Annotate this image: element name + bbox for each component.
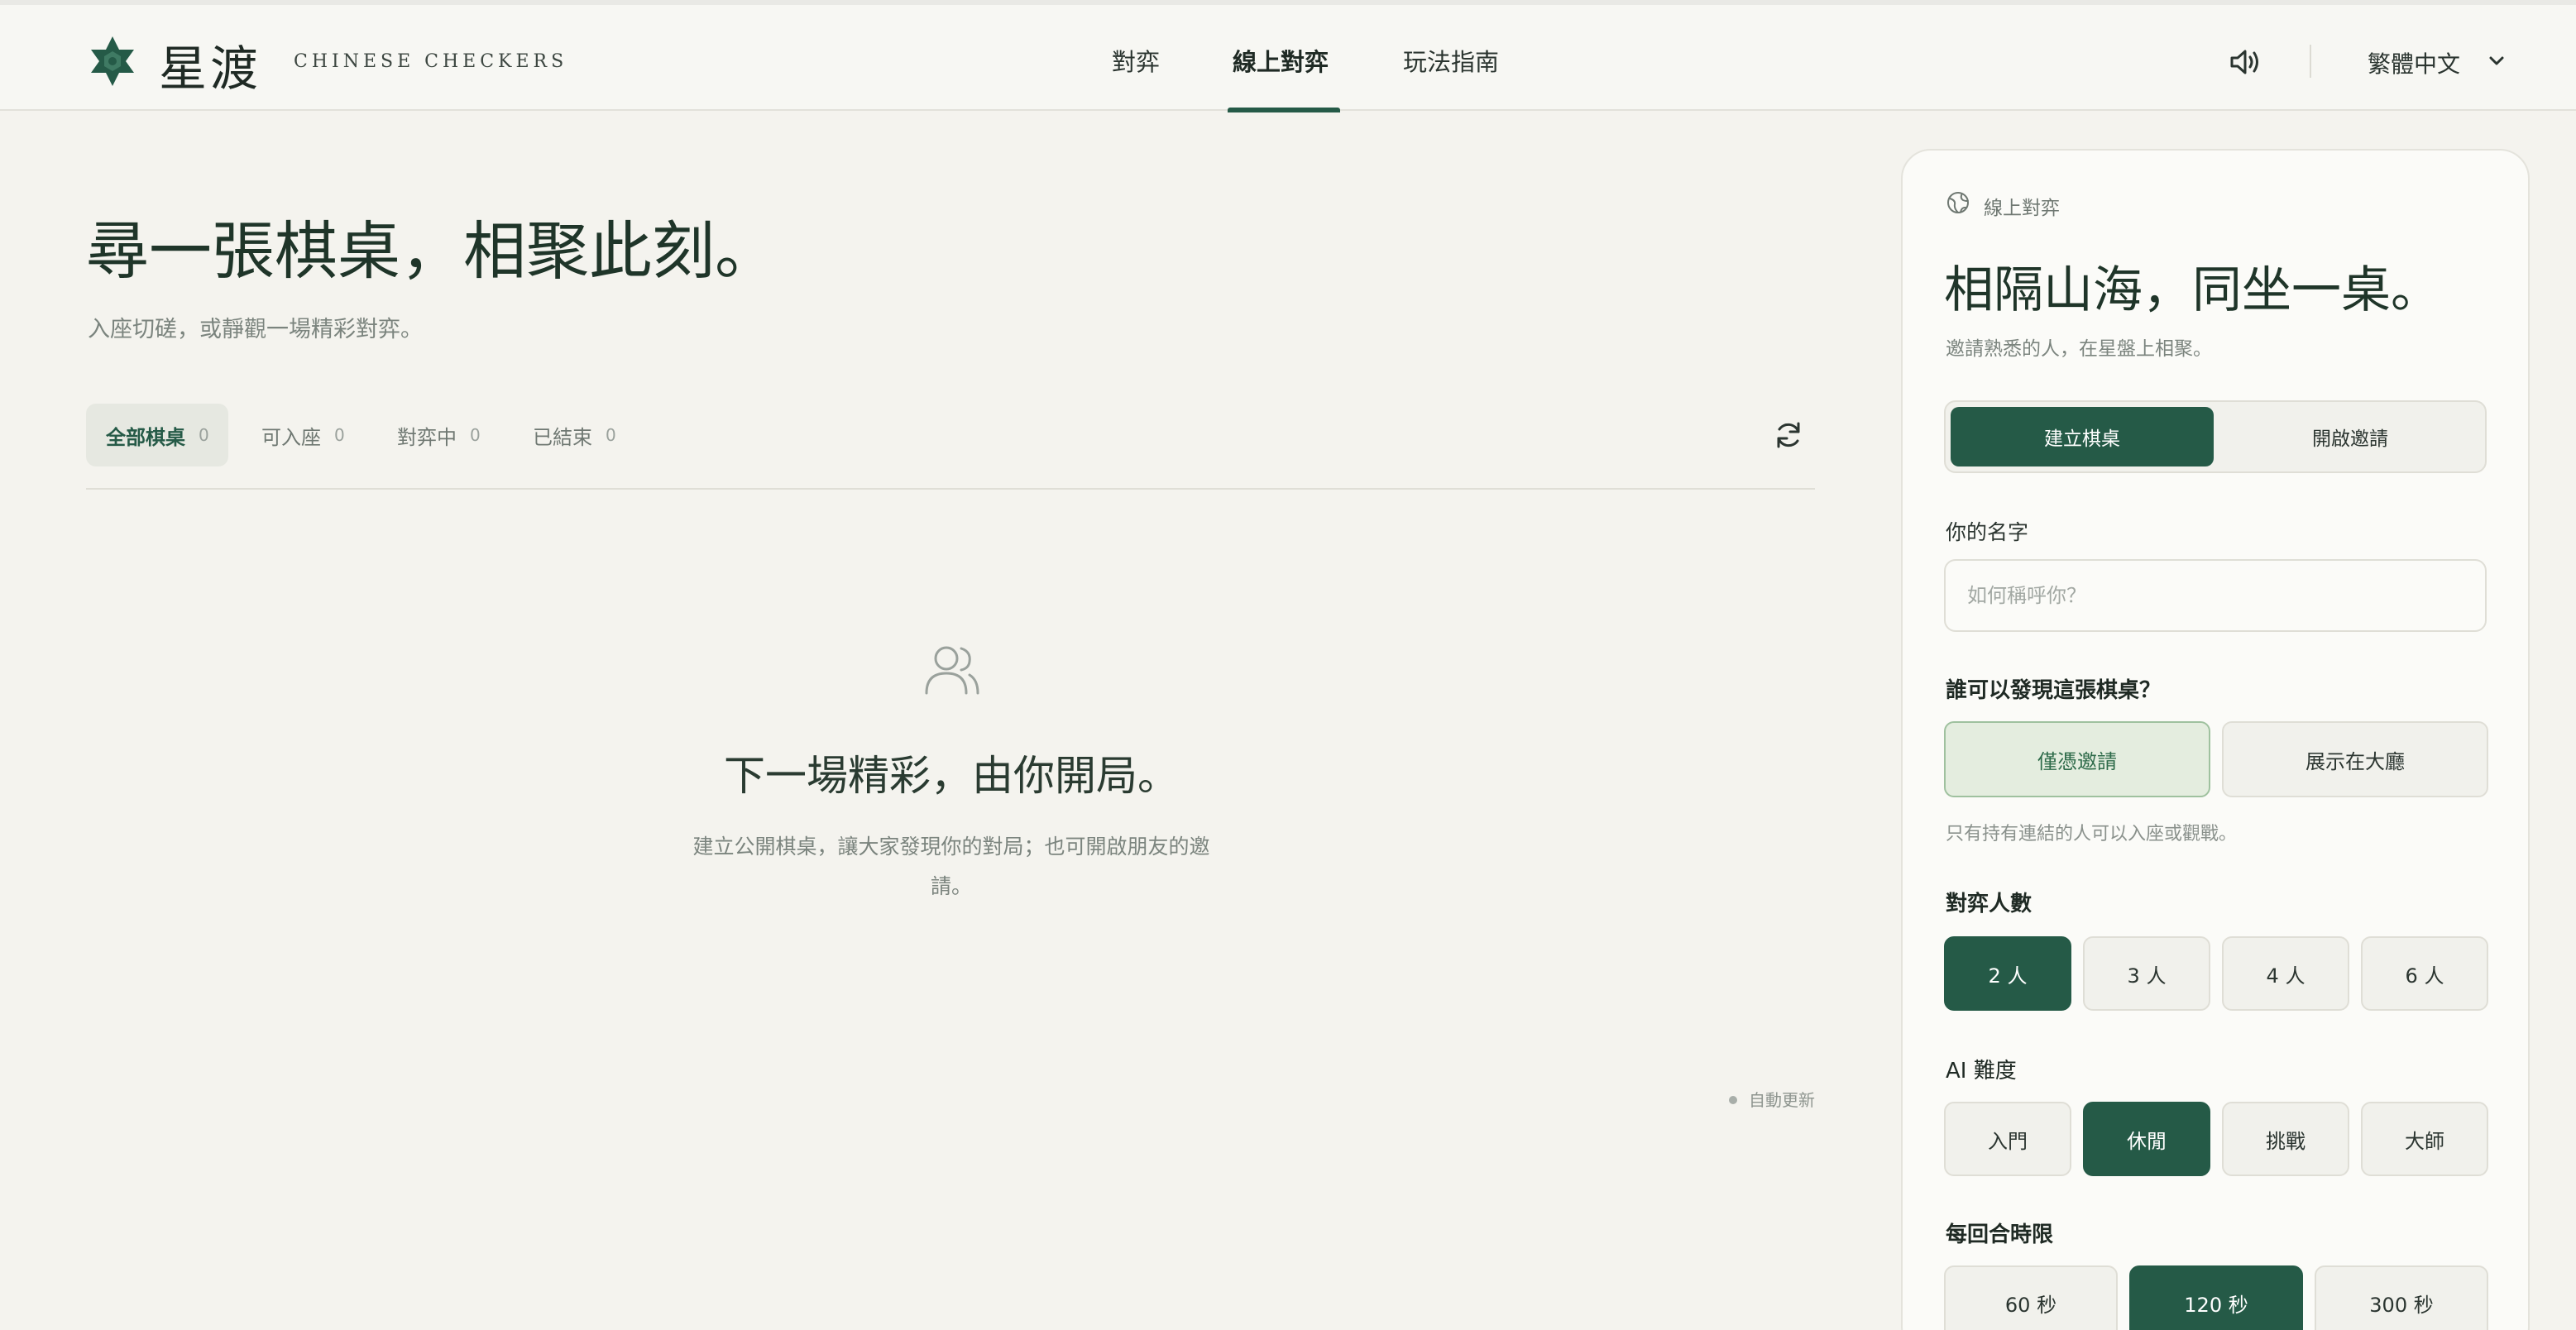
language-selector[interactable]: 繁體中文: [2368, 46, 2460, 79]
visibility-show-in-lobby[interactable]: 展示在大廳: [2222, 721, 2488, 797]
filter-label: 全部棋桌: [106, 425, 185, 449]
auto-refresh-status: 自動更新: [1729, 1087, 1815, 1111]
filter-count: 0: [470, 425, 481, 445]
filter-in-progress[interactable]: 對弈中 0: [377, 404, 500, 466]
online-play-panel: 線上對弈 相隔山海，同坐一桌。 邀請熟悉的人，在星盤上相聚。 建立棋桌 開啟邀請…: [1901, 149, 2530, 1330]
time-60[interactable]: 60 秒: [1944, 1265, 2118, 1330]
users-icon: [925, 646, 979, 695]
filter-label: 可入座: [261, 425, 321, 449]
open-invite-tab[interactable]: 開啟邀請: [2219, 407, 2482, 466]
header-divider: [2310, 45, 2311, 78]
page-title: 尋一張棋桌，相聚此刻。: [86, 214, 778, 288]
filter-count: 0: [334, 425, 345, 445]
panel-title: 相隔山海，同坐一桌。: [1944, 261, 2440, 319]
time-300[interactable]: 300 秒: [2315, 1265, 2488, 1330]
logo-text[interactable]: 星渡: [159, 30, 261, 99]
filter-label: 已結束: [533, 425, 592, 449]
panel-kicker: 線上對弈: [1984, 198, 2060, 219]
chevron-down-icon[interactable]: [2487, 51, 2507, 71]
ai-difficulty-label: AI 難度: [1946, 1059, 2017, 1084]
panel-subtitle: 邀請熟悉的人，在星盤上相聚。: [1946, 338, 2212, 360]
visibility-hint: 只有持有連結的人可以入座或觀戰。: [1946, 824, 2238, 844]
status-dot: [1729, 1095, 1737, 1104]
turn-time-label: 每回合時限: [1946, 1222, 2054, 1247]
players-6[interactable]: 6 人: [2361, 936, 2488, 1011]
filter-divider: [86, 488, 1815, 490]
ai-master[interactable]: 大師: [2361, 1102, 2488, 1176]
nav-active-indicator: [1228, 108, 1340, 112]
time-120[interactable]: 120 秒: [2129, 1265, 2303, 1330]
filter-finished[interactable]: 已結束 0: [513, 404, 636, 466]
create-table-tab[interactable]: 建立棋桌: [1951, 407, 2214, 466]
players-2[interactable]: 2 人: [1944, 936, 2071, 1011]
speaker-icon[interactable]: [2229, 47, 2262, 77]
refresh-icon[interactable]: [1774, 420, 1803, 450]
nav-item-guide[interactable]: 玩法指南: [1403, 43, 1499, 78]
visibility-label: 誰可以發現這張棋桌？: [1946, 678, 2162, 703]
filter-count: 0: [199, 425, 209, 445]
auto-refresh-label: 自動更新: [1749, 1090, 1815, 1110]
filter-all[interactable]: 全部棋桌 0: [86, 404, 228, 466]
ai-challenge[interactable]: 挑戰: [2222, 1102, 2349, 1176]
players-3[interactable]: 3 人: [2083, 936, 2210, 1011]
nav-item-play[interactable]: 對弈: [1112, 43, 1160, 78]
filter-open-seats[interactable]: 可入座 0: [242, 404, 365, 466]
ai-casual[interactable]: 休閒: [2083, 1102, 2210, 1176]
players-4[interactable]: 4 人: [2222, 936, 2349, 1011]
ai-beginner[interactable]: 入門: [1944, 1102, 2071, 1176]
name-input[interactable]: [1944, 559, 2487, 632]
visibility-invite-only[interactable]: 僅憑邀請: [1944, 721, 2210, 797]
page-subtitle: 入座切磋，或靜觀一場精彩對弈。: [88, 317, 423, 342]
empty-state-text: 建立公開棋桌，讓大家發現你的對局；也可開啟朋友的邀請。: [692, 835, 1210, 898]
filter-count: 0: [606, 425, 616, 445]
logo-subtitle: CHINESE CHECKERS: [294, 51, 568, 72]
top-header: 星渡 CHINESE CHECKERS 對弈 線上對弈 玩法指南 繁體中文: [0, 0, 2576, 112]
empty-state-title: 下一場精彩，由你開局。: [724, 752, 1179, 800]
mode-switch: 建立棋桌 開啟邀請: [1944, 400, 2487, 473]
players-label: 對弈人數: [1946, 892, 2033, 916]
globe-icon: [1947, 192, 1969, 213]
name-label: 你的名字: [1946, 520, 2029, 544]
star-icon[interactable]: [86, 35, 139, 88]
nav-item-online-play[interactable]: 線上對弈: [1233, 43, 1329, 78]
filter-label: 對弈中: [397, 425, 457, 449]
